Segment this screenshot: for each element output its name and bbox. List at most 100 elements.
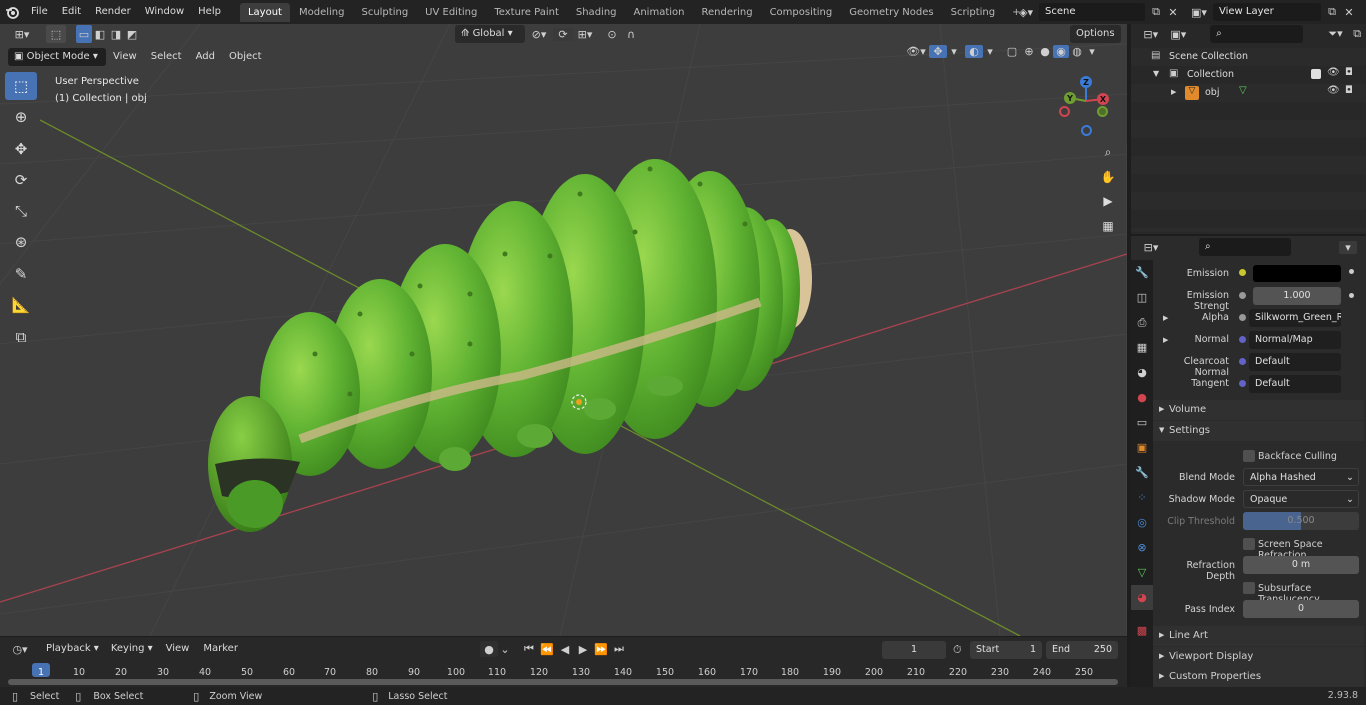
- pivot-icon[interactable]: ⊘▾: [525, 28, 553, 41]
- gizmo-axis-neg-x[interactable]: [1059, 106, 1070, 117]
- eye-icon[interactable]: 👁: [1327, 85, 1340, 96]
- view-layer-tab-icon[interactable]: ▦: [1131, 335, 1153, 360]
- select-extend-icon[interactable]: ◧: [92, 25, 108, 43]
- emission-color-swatch[interactable]: [1253, 265, 1341, 282]
- object-tab-icon[interactable]: ▣: [1131, 435, 1153, 460]
- material-tab-icon[interactable]: ◕: [1131, 585, 1153, 610]
- move-tool-icon[interactable]: ✥: [5, 135, 37, 163]
- outliner-editor-icon[interactable]: ⊟▾: [1137, 28, 1165, 41]
- snap-target-icon[interactable]: ⊞▾: [573, 28, 597, 41]
- new-collection-icon[interactable]: ⧉: [1348, 27, 1366, 41]
- data-tab-icon[interactable]: ▽: [1131, 560, 1153, 585]
- scale-tool-icon[interactable]: ⤡: [5, 197, 37, 225]
- texture-tab-icon[interactable]: ▩: [1131, 618, 1153, 643]
- modifier-tab-icon[interactable]: 🔧: [1131, 460, 1153, 485]
- camera-view-icon[interactable]: ▶: [1097, 190, 1119, 212]
- line-art-panel-header[interactable]: ▶ Line Art: [1153, 626, 1364, 646]
- filter-icon[interactable]: ⏷▾: [1323, 27, 1349, 41]
- refraction-depth-field[interactable]: 0 m: [1243, 556, 1359, 574]
- rendered-shading-icon[interactable]: ◍: [1069, 45, 1085, 58]
- gizmo-axis-neg-y[interactable]: [1097, 106, 1108, 117]
- zoom-icon[interactable]: ⌕: [1097, 141, 1119, 163]
- view-layer-field[interactable]: View Layer: [1213, 3, 1321, 21]
- viewport-menu-select[interactable]: Select: [144, 45, 189, 69]
- gizmo-axis-y[interactable]: Y: [1064, 92, 1076, 104]
- tab-shading[interactable]: Shading: [568, 3, 625, 22]
- proportional-edit-icon[interactable]: ⊙: [603, 28, 621, 41]
- collection-tab-icon[interactable]: ▭: [1131, 410, 1153, 435]
- 3d-viewport[interactable]: ▣ Object Mode ▾ View Select Add Object ⊞…: [0, 24, 1127, 636]
- viewport-menu-add[interactable]: Add: [189, 45, 222, 69]
- tab-texture-paint[interactable]: Texture Paint: [486, 3, 567, 22]
- snap-icon[interactable]: ⟳: [553, 27, 573, 41]
- visibility-icon[interactable]: 👁▾: [903, 45, 929, 58]
- clip-threshold-field[interactable]: 0.500: [1243, 512, 1359, 530]
- custom-properties-panel-header[interactable]: ▶ Custom Properties: [1153, 667, 1364, 687]
- scene-tab-icon[interactable]: ◕: [1131, 360, 1153, 385]
- select-tool-icon[interactable]: ⬚: [46, 25, 66, 43]
- physics-tab-icon[interactable]: ◎: [1131, 510, 1153, 535]
- camera-icon[interactable]: ◘: [1345, 85, 1353, 96]
- tree-row-obj[interactable]: ▶ ▽ obj ▽ 👁 ◘: [1131, 84, 1366, 102]
- wireframe-shading-icon[interactable]: ⊕: [1021, 45, 1037, 58]
- properties-search-input[interactable]: ⌕: [1199, 238, 1291, 256]
- delete-view-layer-icon[interactable]: ✕: [1341, 6, 1357, 19]
- tab-compositing[interactable]: Compositing: [762, 3, 841, 22]
- tab-rendering[interactable]: Rendering: [693, 3, 760, 22]
- measure-tool-icon[interactable]: 📐: [5, 291, 37, 319]
- navigation-gizmo[interactable]: Z Y X: [1055, 74, 1115, 136]
- blender-logo-icon[interactable]: [0, 0, 24, 24]
- menu-window[interactable]: Window: [138, 0, 191, 24]
- gizmo-axis-z[interactable]: Z: [1080, 76, 1092, 88]
- blend-mode-select[interactable]: Alpha Hashed ⌄: [1243, 468, 1359, 486]
- select-box-tool-icon[interactable]: ⬚: [5, 72, 37, 100]
- particles-tab-icon[interactable]: ⁘: [1131, 485, 1153, 510]
- tab-layout[interactable]: Layout: [239, 2, 290, 22]
- clearcoat-normal-field[interactable]: Default: [1249, 353, 1341, 371]
- viewport-display-panel-header[interactable]: ▶ Viewport Display: [1153, 647, 1364, 667]
- settings-panel-header[interactable]: ▼ Settings: [1153, 421, 1364, 441]
- tree-row-scene-collection[interactable]: ▤ Scene Collection: [1131, 48, 1366, 66]
- constraints-tab-icon[interactable]: ⊗: [1131, 535, 1153, 560]
- render-tab-icon[interactable]: ◫: [1131, 285, 1153, 310]
- exclude-checkbox-icon[interactable]: [1311, 69, 1321, 79]
- tab-geometry-nodes[interactable]: Geometry Nodes: [841, 3, 941, 22]
- mesh-data-icon[interactable]: ▽: [1239, 85, 1247, 96]
- volume-panel-header[interactable]: ▶ Volume: [1153, 400, 1364, 420]
- mode-select[interactable]: ▣ Object Mode ▾: [8, 48, 106, 66]
- menu-edit[interactable]: Edit: [55, 0, 88, 24]
- tab-modeling[interactable]: Modeling: [291, 3, 353, 22]
- solid-shading-icon[interactable]: ●: [1037, 45, 1053, 58]
- scene-field[interactable]: Scene: [1039, 3, 1145, 21]
- transform-tool-icon[interactable]: ⊛: [5, 228, 37, 256]
- keyframe-dot-icon[interactable]: [1349, 293, 1354, 298]
- eye-icon[interactable]: 👁: [1327, 67, 1340, 78]
- alpha-link-field[interactable]: Silkworm_Green_Re...: [1249, 309, 1341, 327]
- menu-file[interactable]: File: [24, 0, 55, 24]
- pass-index-field[interactable]: 0: [1243, 600, 1359, 618]
- subsurface-translucency-checkbox[interactable]: [1243, 582, 1255, 594]
- orientation-select[interactable]: ⟰ Global ▾: [455, 25, 525, 43]
- properties-options-icon[interactable]: ▾: [1339, 240, 1357, 254]
- add-cube-tool-icon[interactable]: ⧉: [5, 323, 37, 351]
- tab-animation[interactable]: Animation: [626, 3, 693, 22]
- tangent-field[interactable]: Default: [1249, 375, 1341, 393]
- gizmo-axis-x[interactable]: X: [1097, 93, 1109, 105]
- select-subtract-icon[interactable]: ◨: [108, 25, 124, 43]
- options-button[interactable]: Options: [1070, 25, 1121, 43]
- world-tab-icon[interactable]: ●: [1131, 385, 1153, 410]
- new-scene-icon[interactable]: ⧉: [1147, 5, 1165, 19]
- pan-hand-icon[interactable]: ✋: [1097, 166, 1119, 188]
- gizmo-toggle-icon[interactable]: ✥: [929, 45, 947, 58]
- tab-sculpting[interactable]: Sculpting: [353, 3, 416, 22]
- output-tab-icon[interactable]: ⎙: [1131, 310, 1153, 335]
- gizmo-axis-neg-z[interactable]: [1081, 125, 1092, 136]
- camera-icon[interactable]: ◘: [1345, 67, 1353, 78]
- editor-type-icon[interactable]: ⊞▾: [8, 25, 36, 43]
- properties-editor-icon[interactable]: ⊟▾: [1137, 241, 1165, 254]
- viewport-menu-object[interactable]: Object: [222, 45, 269, 69]
- delete-scene-icon[interactable]: ✕: [1165, 6, 1181, 19]
- backface-culling-checkbox[interactable]: [1243, 450, 1255, 462]
- menu-render[interactable]: Render: [88, 0, 138, 24]
- shading-dropdown-icon[interactable]: ▾: [1085, 45, 1099, 58]
